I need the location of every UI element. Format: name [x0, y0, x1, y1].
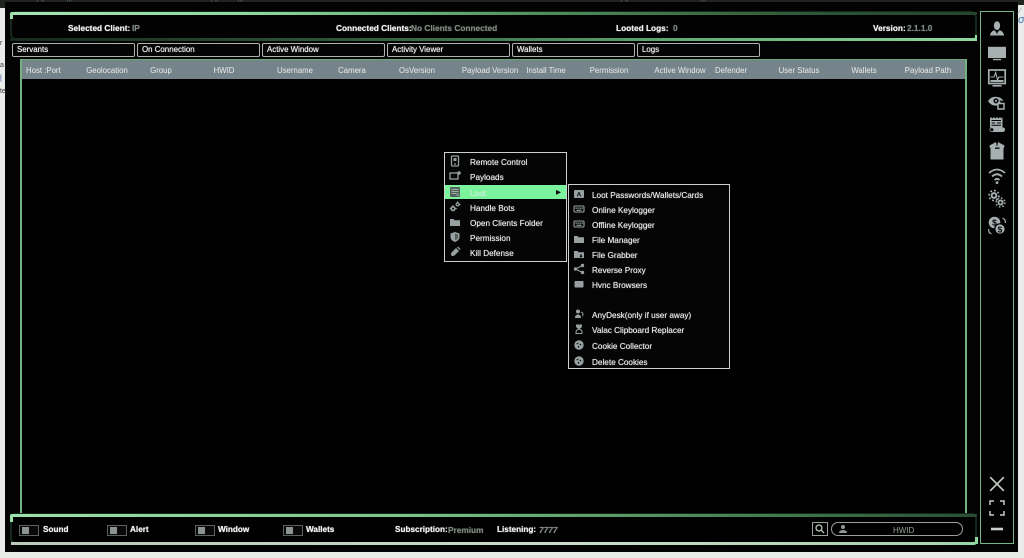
- svg-text:A: A: [577, 191, 582, 198]
- svg-text:$: $: [998, 225, 1003, 234]
